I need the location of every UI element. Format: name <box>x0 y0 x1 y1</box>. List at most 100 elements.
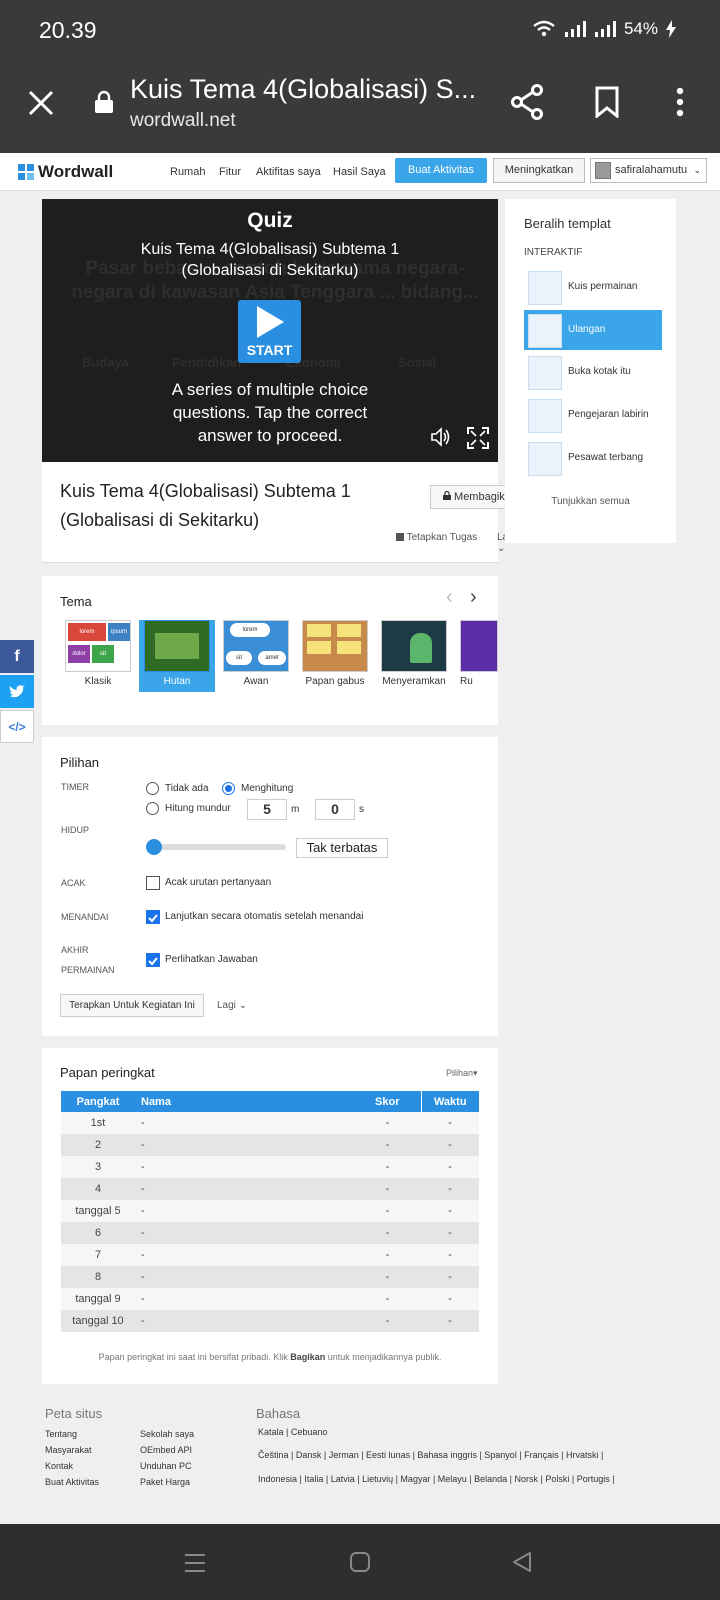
options-more-menu[interactable]: Lagi ⌄ <box>217 1000 247 1011</box>
leaderboard-panel: Papan peringkat Pilihan▾ Pangkat Nama Sk… <box>42 1048 498 1384</box>
time-cell: - <box>421 1200 479 1222</box>
chevron-left-icon[interactable]: ‹ <box>446 586 453 609</box>
options-panel: Pilihan TIMER Tidak ada Menghitung Hitun… <box>42 737 498 1036</box>
template-thumbnail <box>528 399 562 433</box>
column-name: Nama <box>135 1091 354 1112</box>
name-cell: - <box>135 1222 354 1244</box>
theme-forest[interactable]: Hutan <box>139 620 215 692</box>
leaderboard-note: Papan peringkat ini saat ini bersifat pr… <box>42 1352 498 1362</box>
footer-link-pc-download[interactable]: Unduhan PC <box>140 1458 194 1474</box>
timer-countdown-radio[interactable] <box>146 802 159 815</box>
theme-classic[interactable]: lorem ipsum dolor sit Klasik <box>60 620 136 692</box>
time-cell: - <box>421 1266 479 1288</box>
user-menu[interactable]: safiralahamutu ⌄ <box>590 158 707 183</box>
template-quiz[interactable]: Ulangan <box>524 310 662 350</box>
back-icon[interactable] <box>511 1551 533 1573</box>
template-thumbnail <box>528 356 562 390</box>
category-label: Sosial <box>398 355 437 370</box>
score-cell: - <box>354 1200 421 1222</box>
footer-link-community[interactable]: Masyarakat <box>45 1442 99 1458</box>
lives-slider-handle[interactable] <box>146 839 162 855</box>
time-cell: - <box>421 1310 479 1332</box>
template-maze-chase[interactable]: Pengejaran labirin <box>524 395 662 435</box>
template-label: Kuis permainan <box>568 281 638 292</box>
home-icon[interactable] <box>349 1551 371 1573</box>
nav-home[interactable]: Rumah <box>170 166 205 178</box>
status-icons: 54% <box>532 19 676 39</box>
theme-partial[interactable]: Ru <box>455 620 498 692</box>
auto-continue-checkbox[interactable] <box>146 910 160 924</box>
theme-clouds[interactable]: lorem sit amet Awan <box>218 620 294 692</box>
leaderboard-options[interactable]: Pilihan▾ <box>446 1068 478 1079</box>
play-icon <box>257 306 284 338</box>
template-quiz-game[interactable]: Kuis permainan <box>524 267 662 307</box>
check-icon <box>148 957 158 966</box>
timer-none-radio[interactable] <box>146 782 159 795</box>
forest-decoration <box>155 633 199 659</box>
more-vert-icon[interactable] <box>676 87 684 117</box>
apply-button[interactable]: Terapkan Untuk Kegiatan Ini <box>60 994 204 1017</box>
recents-icon[interactable] <box>183 1553 207 1573</box>
assign-link[interactable]: Tetapkan Tugas <box>396 532 477 543</box>
language-line-3[interactable]: Indonesia | Italia | Latvia | Lietuvių |… <box>258 1471 718 1487</box>
activity-subtitle: Kuis Tema 4(Globalisasi) Subtema 1 (Glob… <box>42 239 498 281</box>
wordwall-logo[interactable]: Wordwall <box>18 162 113 182</box>
rank-cell: tanggal 10 <box>61 1310 135 1332</box>
rank-cell: 4 <box>61 1178 135 1200</box>
twitter-icon[interactable] <box>0 675 34 708</box>
timer-count-radio[interactable] <box>222 782 235 795</box>
nav-features[interactable]: Fitur <box>219 166 241 178</box>
theme-label: Klasik <box>84 676 112 687</box>
start-label: START <box>246 342 293 358</box>
footer-link-my-school[interactable]: Sekolah saya <box>140 1426 194 1442</box>
minutes-input[interactable]: 5 <box>247 799 287 820</box>
template-airplane[interactable]: Pesawat terbang <box>524 438 662 478</box>
language-line-1[interactable]: Katala | Cebuano <box>258 1424 327 1440</box>
upgrade-button[interactable]: Meningkatkan <box>493 158 585 183</box>
theme-spooky[interactable]: Menyeramkan <box>376 620 452 692</box>
clock: 20.39 <box>39 17 97 43</box>
create-activity-button[interactable]: Buat Aktivitas <box>395 158 487 183</box>
note-text: Papan peringkat ini saat ini bersifat pr… <box>98 1352 291 1362</box>
score-cell: - <box>354 1222 421 1244</box>
time-cell: - <box>421 1112 479 1134</box>
show-answers-text: Perlihatkan Jawaban <box>165 954 258 965</box>
footer-link-create[interactable]: Buat Aktivitas <box>45 1474 99 1490</box>
footer-link-pricing[interactable]: Paket Harga <box>140 1474 194 1490</box>
nav-my-activities[interactable]: Aktifitas saya <box>256 166 321 178</box>
subtitle-text: Kuis Tema 4(Globalisasi) Subtema 1 (Glob… <box>140 241 400 279</box>
nav-my-results[interactable]: Hasil Saya <box>333 166 386 178</box>
twitter-bird-icon <box>9 685 25 698</box>
show-answers-checkbox[interactable] <box>146 953 160 967</box>
footer-link-about[interactable]: Tentang <box>45 1426 99 1442</box>
template-label: Buka kotak itu <box>568 366 631 377</box>
themes-heading: Tema <box>60 594 92 609</box>
game-preview[interactable]: Pasar bebas ... contoh kerja sama negara… <box>42 199 498 462</box>
close-icon[interactable] <box>28 90 54 116</box>
timer-count-label: Menghitung <box>241 783 294 794</box>
footer-link-oembed[interactable]: OEmbed API <box>140 1442 194 1458</box>
sound-icon[interactable] <box>430 427 452 447</box>
share-icon[interactable] <box>510 84 544 120</box>
seconds-input[interactable]: 0 <box>315 799 355 820</box>
timer-countdown-label: Hitung mundur <box>165 803 231 814</box>
footer-link-contact[interactable]: Kontak <box>45 1458 99 1474</box>
fullscreen-icon[interactable] <box>467 427 489 449</box>
leaderboard-row: tanggal 10- - - <box>61 1310 479 1332</box>
language-line-2[interactable]: Čeština | Dansk | Jerman | Eesti lunas |… <box>258 1447 603 1463</box>
url-text[interactable]: wordwall.net <box>130 110 236 132</box>
note-decoration <box>307 641 331 654</box>
lives-slider-track[interactable] <box>154 844 286 850</box>
shuffle-checkbox[interactable] <box>146 876 160 890</box>
template-open-box[interactable]: Buka kotak itu <box>524 352 662 392</box>
embed-icon[interactable]: </> <box>0 710 34 743</box>
facebook-icon[interactable]: f <box>0 640 34 673</box>
share-link[interactable]: Bagikan <box>290 1352 325 1362</box>
chevron-down-icon: ⌄ <box>238 1000 248 1011</box>
chevron-right-icon[interactable]: › <box>470 586 477 609</box>
signal-icon <box>564 21 586 37</box>
theme-corkboard[interactable]: Papan gabus <box>297 620 373 692</box>
wordwall-logo-icon <box>18 164 34 180</box>
show-all-link[interactable]: Tunjukkan semua <box>505 496 676 507</box>
bookmark-icon[interactable] <box>595 86 619 118</box>
